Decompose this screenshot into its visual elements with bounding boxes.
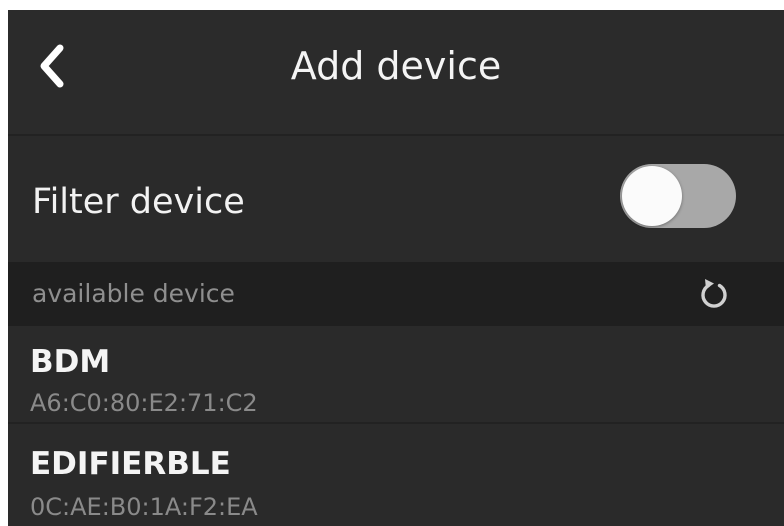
- refresh-icon-graphic: [701, 279, 727, 308]
- chevron-left-icon: [40, 44, 64, 88]
- device-mac-address: A6:C0:80:E2:71:C2: [30, 389, 258, 417]
- refresh-icon[interactable]: [696, 275, 732, 311]
- filter-device-toggle[interactable]: [620, 164, 736, 228]
- device-name: BDM: [30, 344, 111, 380]
- filter-device-label: Filter device: [32, 182, 245, 222]
- device-list-item[interactable]: EDIFIERBLE 0C:AE:B0:1A:F2:EA: [8, 424, 784, 526]
- device-screen: Add device Filter device available devic…: [8, 10, 784, 526]
- device-list-item[interactable]: BDM A6:C0:80:E2:71:C2: [8, 326, 784, 424]
- available-device-section-header: available device: [8, 262, 784, 326]
- section-label: available device: [32, 279, 235, 308]
- toggle-knob: [622, 166, 682, 226]
- device-mac-address: 0C:AE:B0:1A:F2:EA: [30, 493, 258, 521]
- back-button[interactable]: [28, 38, 78, 94]
- page-title: Add device: [290, 44, 502, 88]
- filter-device-row: Filter device: [8, 136, 784, 262]
- top-bar: Add device: [8, 10, 784, 136]
- device-name: EDIFIERBLE: [30, 446, 231, 482]
